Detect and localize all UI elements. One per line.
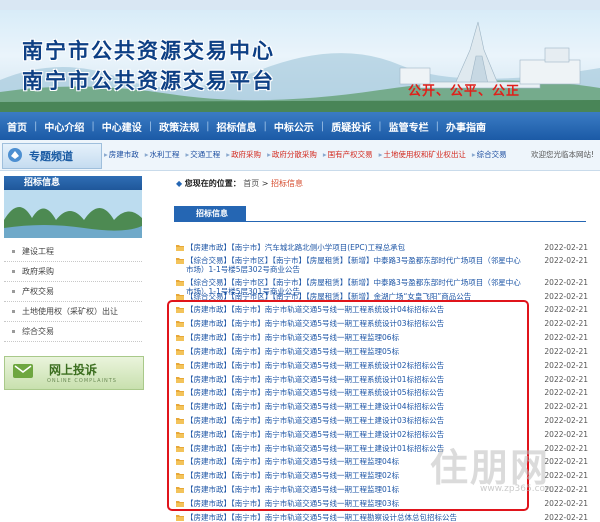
complaint-icon — [13, 364, 33, 378]
list-item-date: 2022-02-21 — [544, 256, 588, 265]
nav-about[interactable]: 中心介绍 — [37, 119, 91, 134]
folder-icon — [176, 280, 184, 286]
list-item-date: 2022-02-21 — [544, 457, 588, 466]
folder-icon — [176, 515, 184, 521]
list-item-title[interactable]: 【房建市政】【南宁市】汽车城北路北侧小学项目(EPC)工程总承包 — [186, 243, 528, 252]
list-item-date: 2022-02-21 — [544, 333, 588, 342]
nav-tender-info[interactable]: 招标信息 — [210, 119, 264, 134]
channel-link-transport[interactable]: 交通工程 — [186, 149, 220, 160]
sidebar-item-comprehensive[interactable]: 综合交易 — [4, 322, 142, 342]
breadcrumb-separator: > — [261, 179, 269, 188]
list-item-date: 2022-02-21 — [544, 305, 588, 314]
slogan: 公开、公平、公正 — [408, 84, 521, 99]
special-channel-bar: 专题频道 房建市政 水利工程 交通工程 政府采购 政府分散采购 国有产权交易 土… — [0, 140, 600, 171]
top-strip — [0, 0, 600, 10]
folder-icon — [176, 258, 184, 264]
site-title-line1: 南宁市公共资源交易中心 — [22, 38, 275, 63]
list-item-date: 2022-02-21 — [544, 243, 588, 252]
sidebar-heading: 招标信息 — [4, 176, 142, 190]
channel-link-gov-dispersed[interactable]: 政府分散采购 — [267, 149, 317, 160]
list-item-date: 2022-02-21 — [544, 499, 588, 508]
list-item-date: 2022-02-21 — [544, 444, 588, 453]
special-channel-label: 专题频道 — [2, 143, 102, 169]
channel-link-state-property[interactable]: 国有产权交易 — [323, 149, 373, 160]
channel-link-water[interactable]: 水利工程 — [145, 149, 180, 160]
list-item-date: 2022-02-21 — [544, 402, 588, 411]
nav-supervision[interactable]: 监管专栏 — [382, 119, 436, 134]
online-complaint-banner[interactable]: 网上投诉 ONLINE COMPLAINTS — [4, 356, 144, 390]
list-item-date: 2022-02-21 — [544, 375, 588, 384]
header-banner: 南宁市公共资源交易中心 南宁市公共资源交易平台 公开、公平、公正 — [0, 10, 600, 112]
breadcrumb-current: 招标信息 — [271, 179, 304, 188]
breadcrumb-prefix: 您现在的位置： — [184, 179, 241, 188]
nav-home[interactable]: 首页 — [0, 119, 34, 134]
folder-icon — [176, 245, 184, 251]
sidebar-item-gov-procurement[interactable]: 政府采购 — [4, 262, 142, 282]
list-item-date: 2022-02-21 — [544, 513, 588, 522]
watermark-url: www.zp365.com — [480, 484, 554, 494]
nav-complaints[interactable]: 质疑投诉 — [324, 119, 378, 134]
nav-construction[interactable]: 中心建设 — [95, 119, 149, 134]
main-nav: 首页 | 中心介绍 | 中心建设 | 政策法规 | 招标信息 | 中标公示 | 质疑投诉 | … — [0, 112, 600, 140]
list-tab: 招标信息 — [174, 206, 246, 221]
nav-guide[interactable]: 办事指南 — [439, 119, 493, 134]
sidebar-item-property[interactable]: 产权交易 — [4, 282, 142, 302]
sidebar-landscape-image — [4, 190, 142, 238]
list-divider — [174, 221, 586, 222]
site-title-line2: 南宁市公共资源交易平台 — [22, 68, 275, 93]
list-item-title[interactable]: 【综合交易】【南宁市区】【南宁市】【房屋租赁】【新增】中泰路3号盈都东部时代广场… — [186, 256, 528, 274]
list-item-date: 2022-02-21 — [544, 347, 588, 356]
list-item-date: 2022-02-21 — [544, 278, 588, 287]
list-item-date: 2022-02-21 — [544, 319, 588, 328]
channel-link-gov-procurement[interactable]: 政府采购 — [226, 149, 261, 160]
nav-award-notice[interactable]: 中标公示 — [267, 119, 321, 134]
folder-icon — [176, 294, 184, 300]
breadcrumb: ◆ 您现在的位置： 首页 > 招标信息 — [176, 178, 303, 189]
channel-link-land-mining[interactable]: 土地使用权和矿业权出让 — [379, 149, 466, 160]
list-item-date: 2022-02-21 — [544, 292, 588, 301]
sidebar-list: 建设工程 政府采购 产权交易 土地使用权（采矿权）出让 综合交易 — [4, 242, 142, 342]
channel-icon — [8, 148, 22, 162]
special-channel-links: 房建市政 水利工程 交通工程 政府采购 政府分散采购 国有产权交易 土地使用权和… — [104, 149, 507, 160]
breadcrumb-icon: ◆ — [176, 179, 183, 188]
list-item-date: 2022-02-21 — [544, 471, 588, 480]
welcome-text: 欢迎您光临本网站! — [530, 150, 594, 159]
channel-link-housing[interactable]: 房建市政 — [104, 149, 139, 160]
list-item-date: 2022-02-21 — [544, 430, 588, 439]
list-item-date: 2022-02-21 — [544, 416, 588, 425]
sidebar-item-land[interactable]: 土地使用权（采矿权）出让 — [4, 302, 142, 322]
list-item-date: 2022-02-21 — [544, 361, 588, 370]
nav-policy[interactable]: 政策法规 — [152, 119, 206, 134]
list-item-date: 2022-02-21 — [544, 388, 588, 397]
list-item-title[interactable]: 【房建市政】【南宁市】南宁市轨道交通5号线一期工程勘察设计总体总包招标公告 — [186, 513, 528, 522]
channel-link-comprehensive[interactable]: 综合交易 — [472, 149, 507, 160]
sidebar: 招标信息 建设工程 政府采购 产权交易 土地使用权（采矿权）出让 综合交易 网上… — [4, 176, 144, 516]
sidebar-item-construction[interactable]: 建设工程 — [4, 242, 142, 262]
breadcrumb-home[interactable]: 首页 — [243, 179, 259, 188]
